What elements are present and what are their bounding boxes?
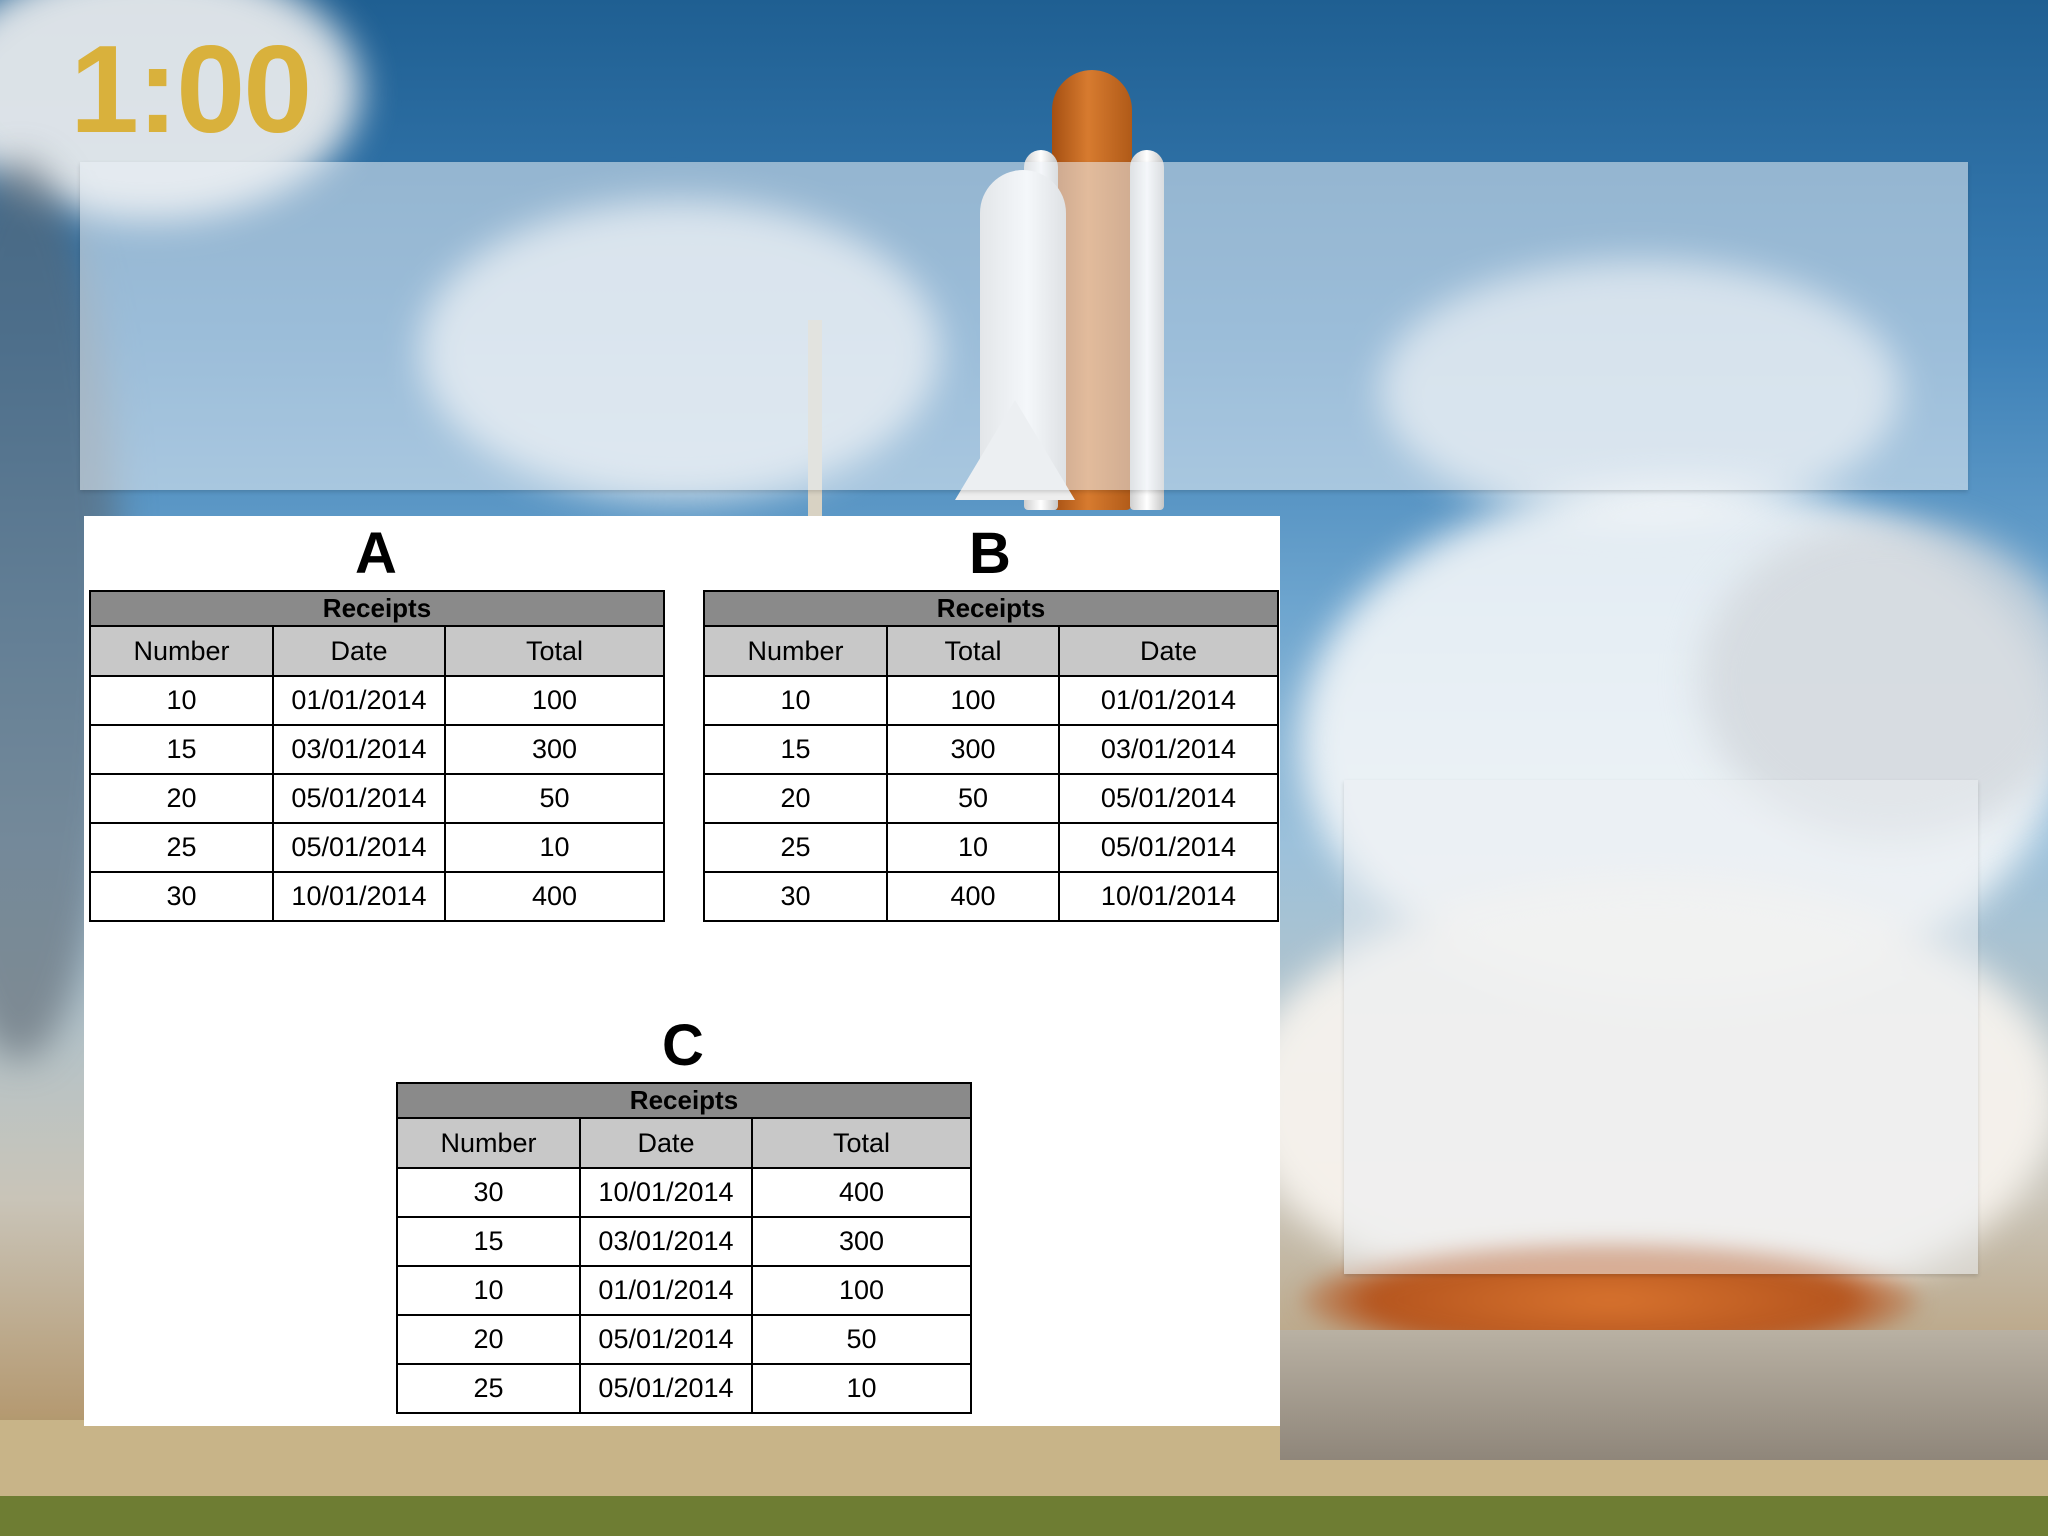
table-cell: 50 — [444, 773, 665, 824]
table-cell: 25 — [396, 1363, 581, 1414]
table-block-c: C Receipts Number Date Total 30 10/01/20… — [396, 1013, 972, 1414]
table-cell: 15 — [703, 724, 888, 775]
receipts-table: Receipts Number Date Total 30 10/01/2014… — [396, 1082, 972, 1414]
table-cell: 15 — [396, 1216, 581, 1267]
table-cell: 10 — [886, 822, 1060, 873]
countdown-timer: 1:00 — [70, 21, 312, 159]
table-cell: 20 — [703, 773, 888, 824]
table-cell: 30 — [396, 1167, 581, 1218]
table-cell: 15 — [89, 724, 274, 775]
table-cell: 400 — [444, 871, 665, 922]
table-cell: 01/01/2014 — [579, 1265, 753, 1316]
table-letter: B — [969, 521, 1011, 586]
table-cell: 10/01/2014 — [272, 871, 446, 922]
table-cell: 10 — [396, 1265, 581, 1316]
table-cell: 03/01/2014 — [579, 1216, 753, 1267]
grass — [0, 1496, 2048, 1536]
table-cell: 300 — [751, 1216, 972, 1267]
table-row: 15 300 03/01/2014 — [703, 724, 1279, 775]
table-caption: Receipts — [396, 1082, 972, 1119]
table-cell: 400 — [886, 871, 1060, 922]
table-cell: 20 — [396, 1314, 581, 1365]
column-header: Total — [751, 1117, 972, 1169]
table-cell: 50 — [751, 1314, 972, 1365]
table-cell: 300 — [886, 724, 1060, 775]
table-letter: C — [662, 1013, 704, 1078]
column-header: Date — [272, 625, 446, 677]
table-cell: 05/01/2014 — [1058, 773, 1279, 824]
table-cell: 05/01/2014 — [272, 822, 446, 873]
table-row: 25 10 05/01/2014 — [703, 822, 1279, 873]
table-row: 30 10/01/2014 400 — [89, 871, 665, 922]
table-cell: 100 — [751, 1265, 972, 1316]
table-row: 20 50 05/01/2014 — [703, 773, 1279, 824]
column-header: Number — [703, 625, 888, 677]
table-row: 10 01/01/2014 100 — [396, 1265, 972, 1316]
table-row: 15 03/01/2014 300 — [89, 724, 665, 775]
column-header: Total — [444, 625, 665, 677]
table-cell: 100 — [444, 675, 665, 726]
table-row: 20 05/01/2014 50 — [89, 773, 665, 824]
table-caption: Receipts — [89, 590, 665, 627]
table-cell: 10 — [751, 1363, 972, 1414]
receipts-table: Receipts Number Date Total 10 01/01/2014… — [89, 590, 665, 922]
table-cell: 25 — [89, 822, 274, 873]
table-cell: 30 — [89, 871, 274, 922]
table-row: 30 10/01/2014 400 — [396, 1167, 972, 1218]
table-cell: 10 — [89, 675, 274, 726]
column-header: Number — [89, 625, 274, 677]
table-cell: 03/01/2014 — [272, 724, 446, 775]
table-caption: Receipts — [703, 590, 1279, 627]
table-cell: 400 — [751, 1167, 972, 1218]
table-block-b: B Receipts Number Total Date 10 100 01/0… — [703, 521, 1279, 922]
table-cell: 300 — [444, 724, 665, 775]
table-cell: 10 — [444, 822, 665, 873]
launch-pad — [1280, 1330, 2048, 1460]
column-header: Date — [1058, 625, 1279, 677]
side-placeholder-box — [1344, 780, 1978, 1274]
tables-panel: A Receipts Number Date Total 10 01/01/20… — [84, 516, 1280, 1426]
table-row: 15 03/01/2014 300 — [396, 1216, 972, 1267]
table-cell: 10/01/2014 — [579, 1167, 753, 1218]
table-row: 25 05/01/2014 10 — [89, 822, 665, 873]
table-cell: 01/01/2014 — [1058, 675, 1279, 726]
table-cell: 05/01/2014 — [579, 1314, 753, 1365]
table-cell: 05/01/2014 — [1058, 822, 1279, 873]
table-cell: 30 — [703, 871, 888, 922]
title-placeholder-box — [80, 162, 1968, 490]
table-cell: 05/01/2014 — [272, 773, 446, 824]
table-cell: 03/01/2014 — [1058, 724, 1279, 775]
table-letter: A — [355, 521, 397, 586]
table-row: 25 05/01/2014 10 — [396, 1363, 972, 1414]
column-header: Date — [579, 1117, 753, 1169]
table-row: 10 01/01/2014 100 — [89, 675, 665, 726]
table-cell: 05/01/2014 — [579, 1363, 753, 1414]
table-cell: 01/01/2014 — [272, 675, 446, 726]
table-cell: 20 — [89, 773, 274, 824]
column-header: Number — [396, 1117, 581, 1169]
table-cell: 10 — [703, 675, 888, 726]
column-header: Total — [886, 625, 1060, 677]
table-row: 30 400 10/01/2014 — [703, 871, 1279, 922]
table-cell: 10/01/2014 — [1058, 871, 1279, 922]
table-cell: 100 — [886, 675, 1060, 726]
table-row: 20 05/01/2014 50 — [396, 1314, 972, 1365]
table-row: 10 100 01/01/2014 — [703, 675, 1279, 726]
receipts-table: Receipts Number Total Date 10 100 01/01/… — [703, 590, 1279, 922]
table-block-a: A Receipts Number Date Total 10 01/01/20… — [89, 521, 665, 922]
table-cell: 50 — [886, 773, 1060, 824]
table-cell: 25 — [703, 822, 888, 873]
